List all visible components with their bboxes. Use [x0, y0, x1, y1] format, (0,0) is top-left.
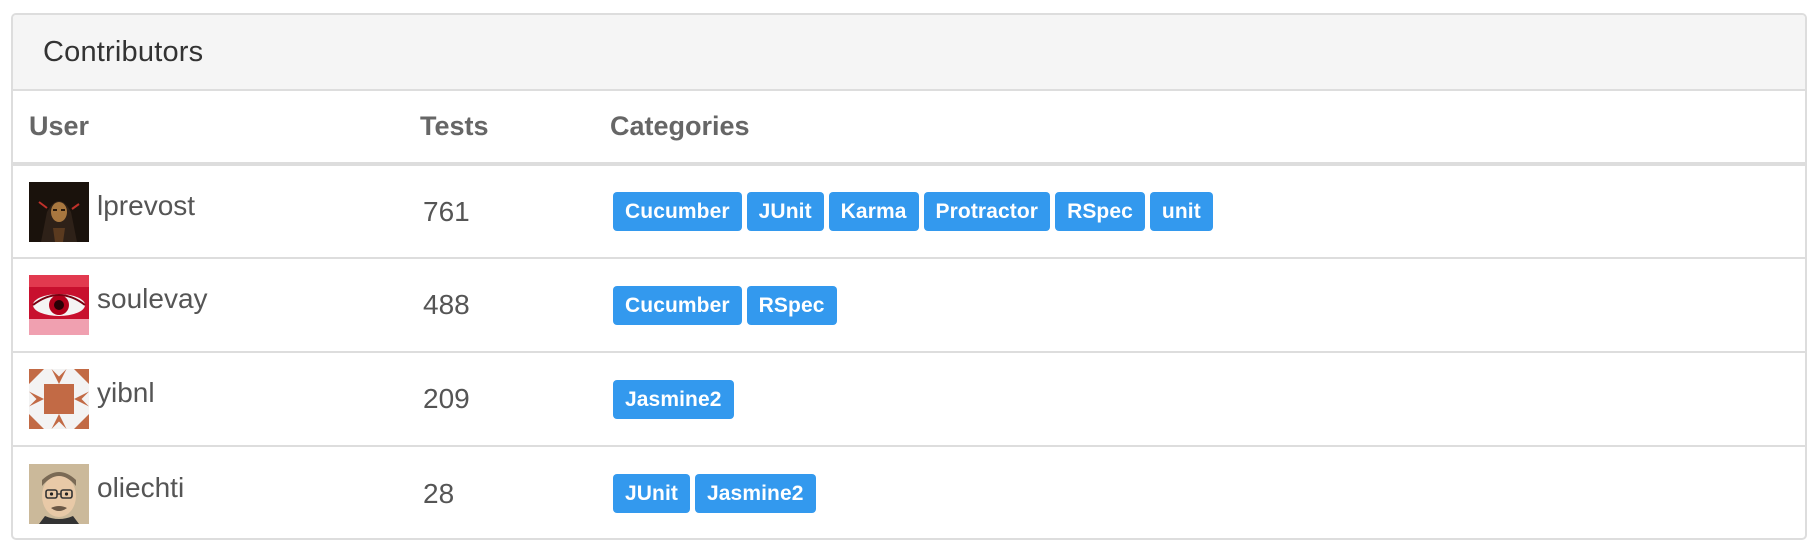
panel-heading: Contributors: [13, 15, 1805, 91]
username[interactable]: soulevay: [97, 283, 208, 315]
category-tag[interactable]: RSpec: [746, 285, 837, 325]
column-header-user[interactable]: User: [13, 91, 404, 166]
user-cell: oliechti: [13, 445, 404, 538]
categories-cell: Cucumber RSpec: [594, 257, 1805, 352]
category-tag[interactable]: unit: [1149, 192, 1213, 231]
category-tag[interactable]: Jasmine2: [613, 379, 734, 419]
user-link[interactable]: soulevay: [29, 275, 404, 335]
column-header-categories[interactable]: Categories: [594, 91, 1805, 166]
category-tag[interactable]: RSpec: [1055, 192, 1145, 231]
user-link[interactable]: yibnl: [29, 369, 404, 429]
table-header-row: User Tests Categories: [13, 91, 1805, 166]
column-header-tests[interactable]: Tests: [404, 91, 594, 166]
table-row: yibnl 209 Jasmine2: [13, 351, 1805, 446]
avatar-cartoon-face-icon[interactable]: [29, 463, 89, 524]
category-tag[interactable]: Karma: [828, 192, 919, 231]
user-cell: yibnl: [13, 351, 404, 446]
category-tag[interactable]: Cucumber: [613, 285, 742, 325]
categories-cell: JUnit Jasmine2: [594, 445, 1805, 538]
username[interactable]: lprevost: [97, 190, 195, 222]
tests-count: 761: [423, 195, 470, 227]
category-tag[interactable]: JUnit: [746, 192, 824, 231]
user-link[interactable]: oliechti: [29, 463, 404, 524]
table-row: soulevay 488 Cucumber RSpec: [13, 257, 1805, 352]
category-tags: Cucumber RSpec: [610, 285, 1805, 325]
category-tag[interactable]: Jasmine2: [695, 474, 816, 513]
category-tag[interactable]: Protractor: [923, 192, 1051, 231]
tests-cell: 28: [404, 445, 594, 538]
avatar-red-eye-icon[interactable]: [29, 275, 89, 335]
category-tags: Cucumber JUnit Karma Protractor RSpec unit: [610, 192, 1805, 231]
table-row: oliechti 28 JUnit Jasmine2: [13, 445, 1805, 538]
table-row: lprevost 761 Cucumber JUnit Karma Protracto…: [13, 164, 1805, 258]
tests-count: 488: [423, 289, 470, 320]
username[interactable]: yibnl: [97, 377, 155, 409]
user-cell: soulevay: [13, 257, 404, 352]
avatar-hooded-figure-icon[interactable]: [29, 181, 89, 242]
contributors-panel: Contributors User Tests Categories lprev…: [11, 13, 1807, 540]
category-tags: JUnit Jasmine2: [610, 474, 1805, 513]
categories-cell: Cucumber JUnit Karma Protractor RSpec unit: [594, 164, 1805, 258]
avatar-identicon-icon[interactable]: [29, 369, 89, 429]
panel-title: Contributors: [43, 35, 204, 68]
user-cell: lprevost: [13, 164, 404, 258]
tests-cell: 488: [404, 257, 594, 352]
user-link[interactable]: lprevost: [29, 181, 404, 242]
tests-cell: 209: [404, 351, 594, 446]
username[interactable]: oliechti: [97, 472, 184, 504]
contributors-table: User Tests Categories lprevost 761 Cucum…: [13, 91, 1805, 538]
category-tags: Jasmine2: [610, 379, 1805, 419]
category-tag[interactable]: JUnit: [613, 474, 690, 513]
tests-count: 28: [423, 477, 455, 509]
category-tag[interactable]: Cucumber: [613, 192, 742, 231]
tests-count: 209: [423, 383, 470, 414]
categories-cell: Jasmine2: [594, 351, 1805, 446]
tests-cell: 761: [404, 164, 594, 258]
